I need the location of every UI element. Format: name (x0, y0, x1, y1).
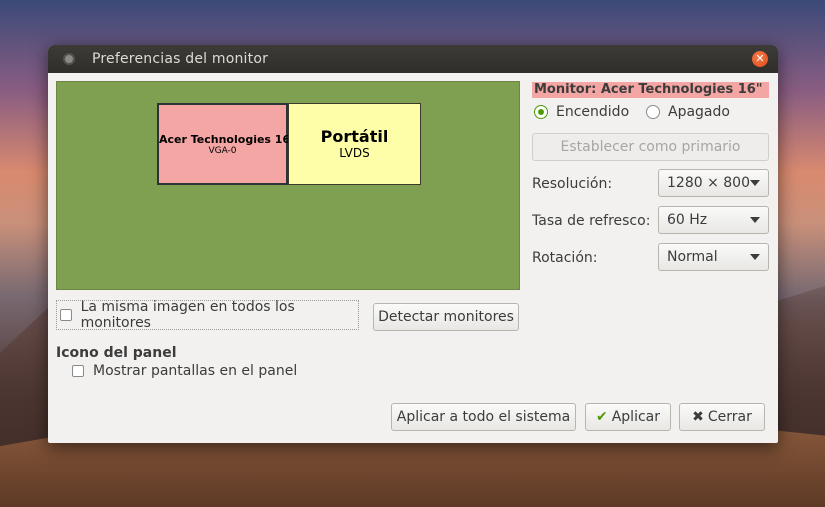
window-title: Preferencias del monitor (92, 51, 269, 67)
radio-off-icon[interactable] (646, 105, 660, 119)
close-label: Cerrar (707, 409, 752, 425)
panel-icon-heading: Icono del panel (56, 345, 177, 361)
radio-off-option[interactable]: Apagado (646, 104, 730, 120)
radio-on-selected-icon[interactable] (534, 105, 548, 119)
selected-monitor-title: Monitor: Acer Technologies 16" (532, 82, 769, 98)
apply-button[interactable]: ✔ Aplicar (585, 403, 671, 431)
resolution-label: Resolución: (532, 176, 613, 192)
radio-on-option[interactable]: Encendido (534, 104, 629, 120)
show-displays-in-panel-option[interactable]: Mostrar pantallas en el panel (72, 363, 297, 379)
mirror-displays-checkbox[interactable] (60, 309, 72, 321)
monitor-tile-laptop[interactable]: Portátil LVDS (288, 103, 421, 185)
chevron-down-icon (750, 254, 760, 260)
close-button[interactable]: ✖ Cerrar (679, 403, 765, 431)
monitor-tile-name: Acer Technologies 16" (159, 133, 296, 146)
close-icon: ✖ (692, 409, 704, 425)
close-window-button[interactable]: ✕ (752, 51, 768, 67)
dialog-content: Acer Technologies 16" VGA-0 Portátil LVD… (48, 73, 778, 443)
chevron-down-icon (750, 180, 760, 186)
monitor-preferences-window: Preferencias del monitor ✕ Acer Technolo… (48, 45, 778, 443)
rotation-select[interactable]: Normal (658, 243, 769, 271)
monitor-tile-connector: LVDS (339, 146, 370, 160)
set-as-primary-button[interactable]: Establecer como primario (532, 133, 769, 161)
detect-monitors-button[interactable]: Detectar monitores (373, 303, 519, 331)
apply-label: Aplicar (611, 409, 660, 425)
mirror-displays-option[interactable]: La misma imagen en todos los monitores (56, 299, 359, 331)
refresh-rate-value: 60 Hz (667, 212, 708, 228)
resolution-value: 1280 × 800 (667, 175, 750, 191)
window-menu-icon[interactable] (63, 53, 75, 65)
show-displays-in-panel-label: Mostrar pantallas en el panel (93, 363, 298, 379)
apply-system-wide-button[interactable]: Aplicar a todo el sistema (391, 403, 576, 431)
chevron-down-icon (750, 217, 760, 223)
refresh-rate-select[interactable]: 60 Hz (658, 206, 769, 234)
refresh-rate-label: Tasa de refresco: (532, 213, 651, 229)
monitor-tile-name: Portátil (320, 127, 389, 146)
check-icon: ✔ (595, 409, 608, 425)
resolution-select[interactable]: 1280 × 800 (658, 169, 769, 197)
radio-on-label: Encendido (556, 104, 630, 120)
mirror-displays-label: La misma imagen en todos los monitores (80, 299, 295, 331)
radio-off-label: Apagado (668, 104, 730, 120)
title-bar[interactable]: Preferencias del monitor ✕ (48, 45, 778, 73)
rotation-label: Rotación: (532, 250, 598, 266)
show-displays-in-panel-checkbox[interactable] (72, 365, 84, 377)
monitor-layout-preview[interactable]: Acer Technologies 16" VGA-0 Portátil LVD… (56, 81, 520, 290)
rotation-value: Normal (667, 249, 718, 265)
monitor-tile-acer[interactable]: Acer Technologies 16" VGA-0 (157, 103, 296, 185)
monitor-tile-connector: VGA-0 (208, 146, 237, 156)
